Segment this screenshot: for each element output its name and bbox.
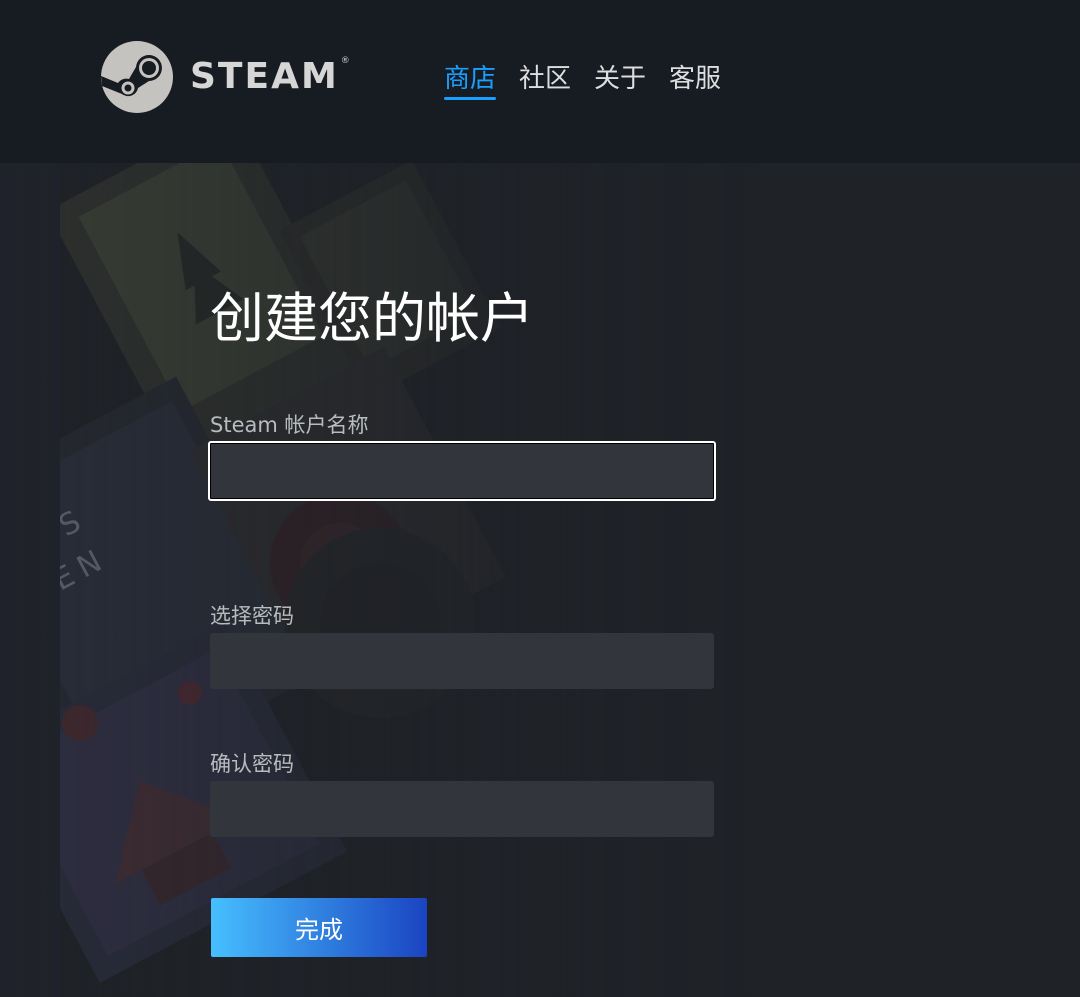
password-label: 选择密码 (210, 604, 294, 628)
top-header: STEAM ® 商店 社区 关于 客服 (0, 0, 1080, 163)
registered-mark: ® (340, 56, 350, 66)
confirm-password-input[interactable] (210, 781, 714, 837)
account-name-input[interactable] (208, 441, 716, 501)
nav-item-community[interactable]: 社区 (519, 62, 571, 96)
main-nav: 商店 社区 关于 客服 (444, 62, 744, 100)
steam-logo-icon (101, 41, 173, 113)
steam-logo[interactable]: STEAM ® (100, 40, 350, 114)
page-title: 创建您的帐户 (210, 287, 534, 350)
steam-wordmark: STEAM ® (190, 56, 350, 97)
nav-item-support[interactable]: 客服 (669, 62, 721, 96)
password-input[interactable] (210, 633, 714, 689)
nav-item-store[interactable]: 商店 (444, 62, 497, 100)
account-name-label: Steam 帐户名称 (210, 413, 369, 437)
confirm-password-label: 确认密码 (210, 752, 294, 776)
done-button[interactable]: 完成 (211, 898, 427, 957)
page: STEAM® 商店 社区 关于 客服 ENS (0, 0, 1080, 997)
nav-item-about[interactable]: 关于 (594, 62, 646, 96)
